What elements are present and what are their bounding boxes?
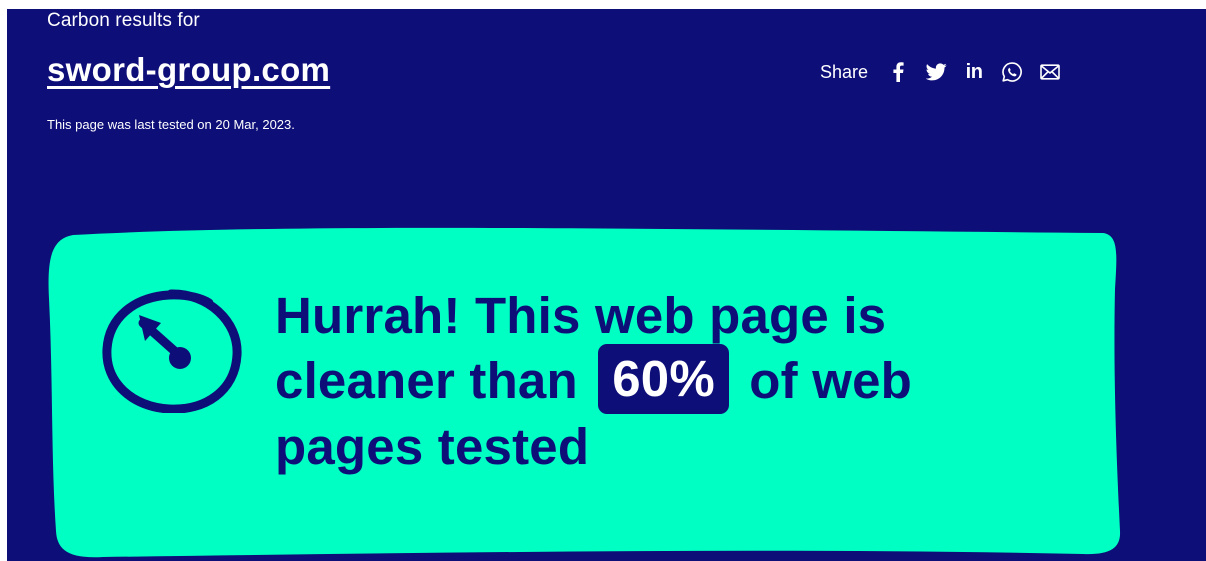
- results-panel: Carbon results for sword-group.com This …: [7, 9, 1206, 561]
- email-icon[interactable]: [1038, 60, 1062, 84]
- facebook-icon[interactable]: [886, 60, 910, 84]
- share-label: Share: [820, 61, 869, 82]
- speedometer-icon: [102, 289, 242, 413]
- headline-line-3: pages tested: [275, 418, 590, 475]
- whatsapp-icon[interactable]: [1000, 60, 1024, 84]
- percent-badge: 60%: [598, 344, 729, 414]
- share-bar: Share in: [820, 60, 1076, 84]
- site-url-link[interactable]: sword-group.com: [47, 51, 330, 89]
- result-headline: Hurrah! This web page is cleaner than 60…: [275, 285, 995, 477]
- last-tested-date: This page was last tested on 20 Mar, 202…: [47, 117, 295, 132]
- headline-line-2-end: of web: [749, 352, 912, 409]
- results-pre-title: Carbon results for: [47, 10, 200, 31]
- twitter-icon[interactable]: [924, 60, 948, 84]
- linkedin-icon[interactable]: in: [962, 60, 986, 84]
- headline-line-1: Hurrah! This web page is: [275, 287, 887, 344]
- headline-line-2-start: cleaner than: [275, 352, 578, 409]
- result-card: Hurrah! This web page is cleaner than 60…: [43, 219, 1123, 559]
